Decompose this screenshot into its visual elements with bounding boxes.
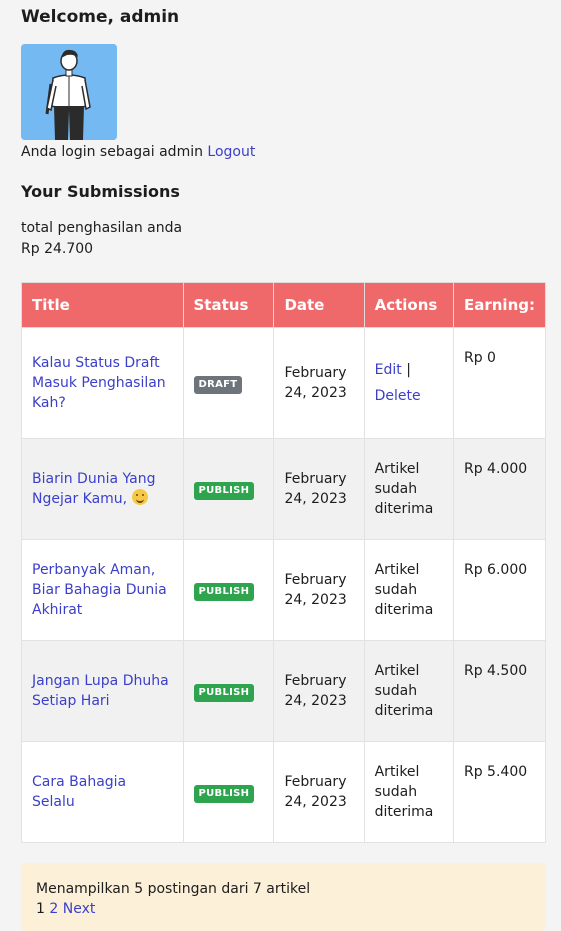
earnings-label: total penghasilan anda: [21, 220, 183, 236]
submissions-heading: Your Submissions: [21, 182, 180, 201]
actions-cell: Artikel sudah diterima: [363, 640, 454, 742]
post-title-link[interactable]: Jangan Lupa Dhuha Setiap Hari: [32, 673, 169, 709]
column-header-earning: Earning:: [452, 282, 547, 328]
date-cell: February 24, 2023: [273, 327, 365, 439]
status-cell: PUBLISH: [182, 539, 275, 641]
submissions-table: Title Status Date Actions Earning: Kalau…: [21, 282, 547, 843]
column-header-status: Status: [182, 282, 275, 328]
status-cell: PUBLISH: [182, 640, 275, 742]
table-row: Kalau Status Draft Masuk Penghasilan Kah…: [21, 327, 547, 439]
status-badge: PUBLISH: [193, 784, 255, 803]
earning-cell: Rp 0: [452, 327, 547, 439]
avatar: [21, 44, 117, 140]
pagination-summary: Menampilkan 5 postingan dari 7 artikel: [36, 881, 311, 897]
status-cell: PUBLISH: [182, 741, 275, 843]
title-cell: Kalau Status Draft Masuk Penghasilan Kah…: [21, 327, 184, 439]
login-text: Anda login sebagai admin: [21, 144, 203, 160]
title-cell: Biarin Dunia Yang Ngejar Kamu,: [21, 438, 184, 540]
slightly-smiling-face-icon: [131, 489, 148, 505]
title-cell: Jangan Lupa Dhuha Setiap Hari: [21, 640, 184, 742]
welcome-heading: Welcome, admin: [21, 7, 180, 27]
page-2-link[interactable]: 2: [49, 901, 58, 917]
date-cell: February 24, 2023: [273, 640, 365, 742]
pagination-links: 1 2 Next: [36, 899, 531, 919]
actions-cell: Artikel sudah diterima: [363, 741, 454, 843]
table-row: Biarin Dunia Yang Ngejar Kamu, PUBLISH F…: [21, 438, 547, 540]
actions-cell: Artikel sudah diterima: [363, 539, 454, 641]
current-page: 1: [36, 901, 45, 917]
earning-cell: Rp 6.000: [452, 539, 547, 641]
user-illustration-icon: [21, 44, 117, 140]
edit-link[interactable]: Edit: [375, 362, 402, 378]
column-header-actions: Actions: [363, 282, 454, 328]
post-title-link[interactable]: Perbanyak Aman, Biar Bahagia Dunia Akhir…: [32, 562, 167, 618]
status-badge: PUBLISH: [193, 481, 255, 500]
delete-link[interactable]: Delete: [375, 388, 421, 404]
status-cell: DRAFT: [182, 327, 275, 439]
actions-cell: Edit | Delete: [363, 327, 454, 439]
action-separator: |: [406, 362, 411, 378]
date-cell: February 24, 2023: [273, 539, 365, 641]
column-header-title: Title: [21, 282, 184, 328]
table-row: Perbanyak Aman, Biar Bahagia Dunia Akhir…: [21, 539, 547, 641]
status-cell: PUBLISH: [182, 438, 275, 540]
title-cell: Perbanyak Aman, Biar Bahagia Dunia Akhir…: [21, 539, 184, 641]
status-badge: DRAFT: [193, 375, 243, 394]
earning-cell: Rp 4.000: [452, 438, 547, 540]
earnings-total: Rp 24.700: [21, 241, 94, 257]
actions-cell: Artikel sudah diterima: [363, 438, 454, 540]
post-title-link[interactable]: Biarin Dunia Yang Ngejar Kamu,: [32, 471, 155, 507]
title-cell: Cara Bahagia Selalu: [21, 741, 184, 843]
table-header-row: Title Status Date Actions Earning:: [21, 282, 547, 328]
logout-link[interactable]: Logout: [207, 144, 255, 160]
page-container: Welcome, admin Anda login sebagai admin …: [0, 0, 561, 931]
status-badge: PUBLISH: [193, 582, 255, 601]
login-status: Anda login sebagai admin Logout: [21, 142, 545, 162]
pagination-box: Menampilkan 5 postingan dari 7 artikel 1…: [21, 863, 546, 931]
date-cell: February 24, 2023: [273, 741, 365, 843]
column-header-date: Date: [273, 282, 365, 328]
status-badge: PUBLISH: [193, 683, 255, 702]
date-cell: February 24, 2023: [273, 438, 365, 540]
earning-cell: Rp 5.400: [452, 741, 547, 843]
table-row: Jangan Lupa Dhuha Setiap Hari PUBLISH Fe…: [21, 640, 547, 742]
earning-cell: Rp 4.500: [452, 640, 547, 742]
table-row: Cara Bahagia Selalu PUBLISH February 24,…: [21, 741, 547, 843]
next-page-link[interactable]: Next: [63, 901, 96, 917]
post-title-link[interactable]: Kalau Status Draft Masuk Penghasilan Kah…: [32, 355, 166, 411]
post-title-link[interactable]: Cara Bahagia Selalu: [32, 774, 126, 810]
